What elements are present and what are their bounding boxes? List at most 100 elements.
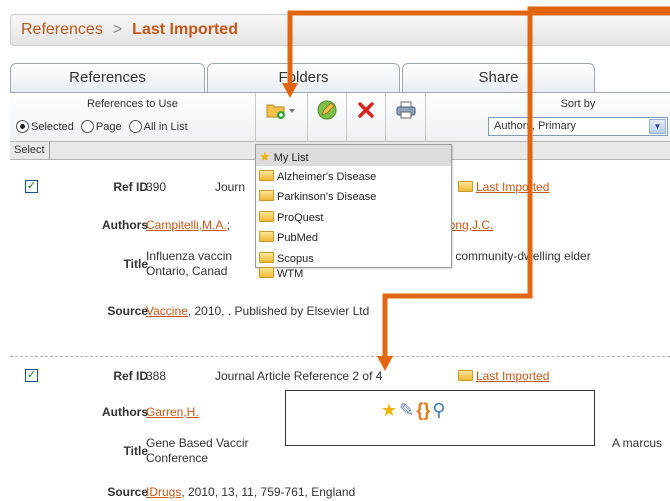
folder-icon bbox=[259, 210, 274, 222]
folder-icon bbox=[259, 231, 274, 242]
breadcrumb-current: Last Imported bbox=[132, 21, 238, 38]
braces-icon[interactable]: {} bbox=[416, 400, 430, 421]
toolbar-divider bbox=[255, 93, 256, 143]
reference-action-icons: ★ ✎{} ⚲ bbox=[381, 400, 447, 421]
magnifier-icon[interactable]: ⚲ bbox=[432, 400, 445, 421]
tab-folders[interactable]: Folders bbox=[207, 63, 400, 92]
authors-value: Campitelli,M.A.; bbox=[146, 218, 230, 232]
radio-selected[interactable] bbox=[16, 120, 29, 133]
source-details: , 2010, 13, 11, 759-761, England bbox=[181, 485, 356, 499]
reference-actions-popup: ★ ✎{} ⚲ bbox=[285, 390, 595, 446]
reference-folder-link[interactable]: Last Imported bbox=[458, 369, 549, 383]
authors-value: Garren,H. bbox=[146, 405, 199, 419]
reference-checkbox[interactable]: ✓ bbox=[25, 180, 38, 193]
reference-folder-name: Last Imported bbox=[476, 369, 550, 383]
delete-button[interactable] bbox=[351, 99, 381, 129]
toolbar-divider bbox=[425, 93, 426, 143]
reference-divider bbox=[10, 356, 670, 357]
folder-icon bbox=[259, 267, 274, 278]
radio-page[interactable] bbox=[80, 120, 94, 133]
source-value: IDrugs, 2010, 13, 11, 759-761, England bbox=[146, 485, 355, 499]
breadcrumb-separator: > bbox=[112, 21, 123, 38]
tab-share-label: Share bbox=[478, 69, 519, 86]
tab-folders-label: Folders bbox=[278, 69, 329, 86]
radio-all-in-list[interactable] bbox=[128, 120, 142, 133]
menu-item-folder[interactable]: ProQuest bbox=[256, 207, 451, 228]
print-button[interactable] bbox=[391, 99, 421, 129]
menu-item-folder[interactable]: WTM bbox=[256, 267, 436, 288]
title-label: Title bbox=[123, 444, 148, 458]
add-to-folder-icon bbox=[266, 104, 295, 119]
source-journal-link[interactable]: IDrugs bbox=[146, 485, 181, 499]
toolbar: References to Use Selected Page All in L… bbox=[10, 92, 670, 143]
reference-type: Journal Article Reference 2 of 4 bbox=[215, 369, 383, 383]
ref-id-label: Ref ID bbox=[113, 180, 148, 194]
title-line-1-part-a: Influenza vaccin bbox=[146, 249, 233, 263]
ref-id-value: 388 bbox=[146, 369, 167, 383]
select-column-header: Select bbox=[10, 142, 50, 160]
breadcrumb-root[interactable]: References bbox=[21, 21, 103, 38]
ref-id-value: 390 bbox=[146, 180, 167, 194]
authors-label: Authors bbox=[102, 405, 148, 419]
menu-item-label: Alzheimer's Disease bbox=[277, 170, 377, 183]
edit-button[interactable] bbox=[312, 99, 342, 129]
toolbar-divider bbox=[385, 93, 386, 143]
delete-icon bbox=[358, 102, 374, 118]
reference-folder-name: Last Imported bbox=[476, 180, 550, 194]
reference-type: Journ bbox=[215, 180, 246, 194]
pencil-icon[interactable]: ✎ bbox=[399, 400, 414, 421]
folder-icon bbox=[259, 251, 274, 263]
ref-id-label: Ref ID bbox=[113, 369, 148, 383]
radio-selected-label: Selected bbox=[31, 121, 74, 133]
radio-all-in-list-label: All in List bbox=[143, 121, 188, 133]
menu-item-label: WTM bbox=[277, 268, 304, 280]
folder-dropdown-menu: ★ My List Alzheimer's Disease Parkinson'… bbox=[255, 144, 452, 268]
menu-item-my-list[interactable]: ★ My List bbox=[256, 145, 451, 166]
menu-item-label: Parkinson's Disease bbox=[277, 191, 377, 203]
tab-share[interactable]: Share bbox=[402, 63, 595, 92]
print-icon bbox=[396, 101, 416, 119]
menu-item-label: ProQuest bbox=[277, 211, 324, 224]
add-to-folder-button[interactable] bbox=[260, 99, 302, 129]
source-label: Source bbox=[107, 485, 148, 499]
author-link[interactable]: Campitelli,M.A. bbox=[146, 218, 227, 232]
star-icon[interactable]: ★ bbox=[381, 400, 397, 421]
toolbar-divider bbox=[307, 93, 308, 143]
menu-item-label: My List bbox=[273, 152, 309, 164]
author-link[interactable]: Garren,H. bbox=[146, 405, 199, 419]
sort-by-select[interactable]: Authors, Primary ▼ bbox=[488, 117, 668, 136]
source-journal-link[interactable]: Vaccine bbox=[146, 304, 188, 318]
tab-references-label: References bbox=[69, 69, 146, 86]
source-label: Source bbox=[107, 304, 148, 318]
toolbar-divider bbox=[346, 93, 347, 143]
references-to-use-radios: Selected Page All in List bbox=[16, 120, 192, 133]
menu-item-folder[interactable]: Scopus bbox=[256, 248, 451, 269]
title-label: Title bbox=[123, 257, 148, 271]
reference-checkbox[interactable]: ✓ bbox=[25, 369, 38, 382]
authors-label: Authors bbox=[102, 218, 148, 232]
sort-by-value: Authors, Primary bbox=[494, 120, 576, 132]
folder-icon bbox=[259, 169, 274, 181]
menu-item-folder[interactable]: Parkinson's Disease bbox=[256, 186, 451, 207]
star-icon: ★ bbox=[259, 149, 271, 164]
title-line-1-part-b: A marcus bbox=[612, 436, 663, 450]
edit-icon bbox=[317, 100, 337, 120]
references-to-use-label: References to Use bbox=[86, 98, 179, 110]
menu-item-folder[interactable]: Alzheimer's Disease bbox=[256, 166, 451, 187]
radio-page-label: Page bbox=[95, 121, 122, 133]
menu-item-folder[interactable]: PubMed bbox=[256, 227, 451, 248]
folder-icon bbox=[259, 190, 274, 201]
folder-icon bbox=[458, 370, 473, 381]
sort-by-label: Sort by bbox=[560, 98, 596, 110]
source-value: Vaccine, 2010, . Published by Elsevier L… bbox=[146, 304, 369, 318]
title-line-1-part-b: ty in community-dwelling elder bbox=[430, 249, 591, 263]
references-to-use-group: References to Use Selected Page All in L… bbox=[10, 93, 255, 143]
author-separator: ; bbox=[226, 218, 231, 232]
reference-folder-link[interactable]: Last Imported bbox=[458, 180, 549, 194]
menu-item-label: Scopus bbox=[277, 252, 314, 265]
menu-item-label: PubMed bbox=[277, 232, 318, 244]
title-line-1-part-a: Gene Based Vaccir bbox=[146, 436, 249, 450]
source-details: , 2010, . Published by Elsevier Ltd bbox=[187, 304, 370, 318]
chevron-down-icon: ▼ bbox=[649, 119, 666, 134]
tab-references[interactable]: References bbox=[10, 63, 205, 92]
